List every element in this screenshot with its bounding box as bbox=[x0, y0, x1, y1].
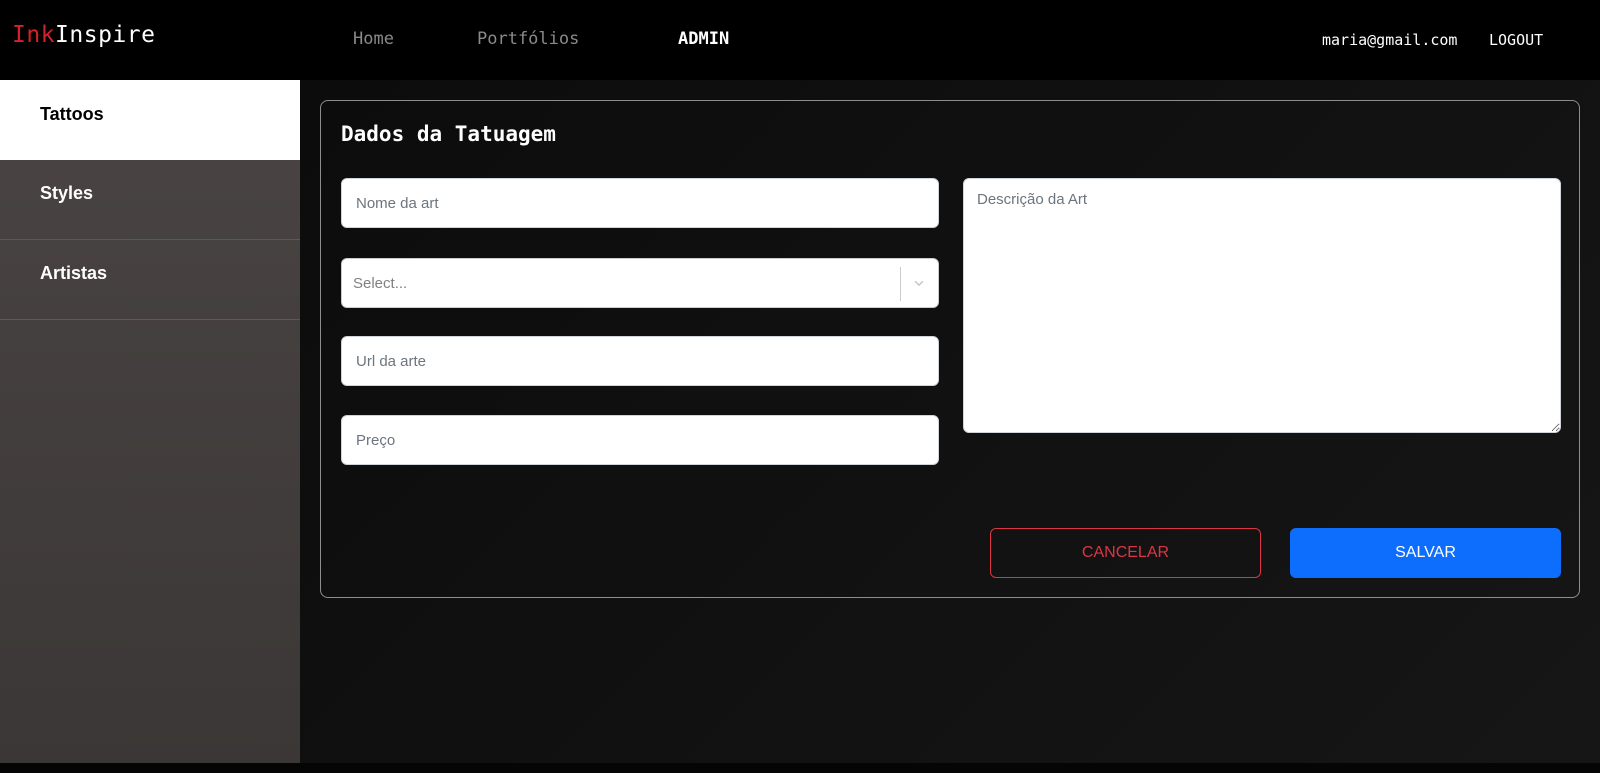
nav-home-link[interactable]: Home bbox=[353, 29, 394, 49]
sidebar-item-tattoos[interactable]: Tattoos bbox=[0, 80, 300, 160]
save-button[interactable]: SALVAR bbox=[1290, 528, 1561, 578]
logo[interactable]: InkInspire bbox=[12, 22, 155, 48]
logo-ink: Ink bbox=[12, 22, 56, 48]
price-input[interactable] bbox=[341, 415, 939, 465]
select-placeholder: Select... bbox=[353, 275, 408, 292]
cancel-button[interactable]: CANCELAR bbox=[990, 528, 1261, 578]
top-navbar: InkInspire Home Portfólios ADMIN maria@g… bbox=[0, 0, 1600, 80]
logo-inspire: Inspire bbox=[55, 22, 156, 48]
chevron-down-icon[interactable] bbox=[912, 276, 926, 290]
sidebar-item-label: Tattoos bbox=[40, 103, 104, 124]
tattoo-form-card: Dados da Tatuagem Select... CANCELAR SAL… bbox=[320, 100, 1580, 598]
main-content: Dados da Tatuagem Select... CANCELAR SAL… bbox=[300, 80, 1600, 763]
select-separator bbox=[900, 267, 901, 301]
form-title: Dados da Tatuagem bbox=[341, 122, 556, 146]
art-name-input[interactable] bbox=[341, 178, 939, 228]
art-url-input[interactable] bbox=[341, 336, 939, 386]
style-select[interactable]: Select... bbox=[341, 258, 939, 308]
logout-button[interactable]: LOGOUT bbox=[1489, 31, 1543, 49]
user-email: maria@gmail.com bbox=[1322, 31, 1458, 49]
sidebar-item-label: Styles bbox=[40, 183, 94, 203]
nav-admin-link[interactable]: ADMIN bbox=[678, 29, 729, 49]
admin-sidebar: Tattoos Styles Artistas bbox=[0, 80, 300, 763]
sidebar-item-artistas[interactable]: Artistas bbox=[0, 240, 300, 320]
art-description-textarea[interactable] bbox=[963, 178, 1561, 433]
bottom-strip bbox=[0, 763, 1600, 773]
nav-portfolios-link[interactable]: Portfólios bbox=[477, 29, 579, 49]
sidebar-item-label: Artistas bbox=[40, 263, 108, 283]
sidebar-item-styles[interactable]: Styles bbox=[0, 160, 300, 240]
